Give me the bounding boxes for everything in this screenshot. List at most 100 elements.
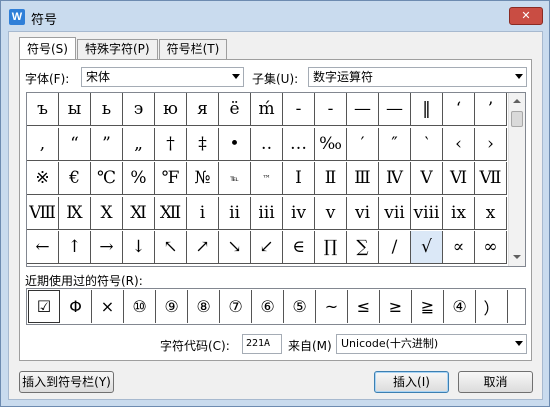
encoding-select[interactable]: Unicode(十六进制): [336, 334, 527, 354]
recent-symbol-cell[interactable]: ≥: [380, 290, 412, 323]
recent-symbol-cell[interactable]: ⑩: [124, 290, 156, 323]
symbol-cell[interactable]: ‘: [443, 93, 475, 126]
symbol-cell[interactable]: ∝: [443, 231, 475, 264]
symbol-cell[interactable]: №: [187, 162, 219, 195]
symbol-cell[interactable]: ∏: [315, 231, 347, 264]
subset-select[interactable]: 数字运算符: [308, 67, 527, 87]
symbol-cell[interactable]: —: [347, 93, 379, 126]
recent-symbol-cell[interactable]: ）: [476, 290, 508, 323]
symbol-cell[interactable]: ⅰ: [187, 196, 219, 230]
symbol-cell[interactable]: ⅴ: [315, 196, 347, 230]
symbol-cell[interactable]: ↑: [59, 231, 91, 264]
symbol-cell[interactable]: ∈: [283, 231, 315, 264]
symbol-cell[interactable]: ’: [475, 93, 507, 126]
symbol-cell[interactable]: ↗: [187, 231, 219, 264]
symbol-cell[interactable]: э: [123, 93, 155, 126]
symbol-cell[interactable]: Ⅴ: [411, 162, 443, 195]
symbol-cell[interactable]: ⅹ: [475, 196, 507, 230]
symbol-cell[interactable]: →: [91, 231, 123, 264]
insert-to-symbol-bar-button[interactable]: 插入到符号栏(Y): [19, 371, 114, 393]
symbol-cell[interactable]: Ⅻ: [155, 196, 187, 230]
symbol-cell[interactable]: ⅱ: [219, 196, 251, 230]
symbol-cell[interactable]: ∑: [347, 231, 379, 264]
cancel-button[interactable]: 取消: [458, 371, 533, 393]
symbol-cell[interactable]: ※: [27, 162, 59, 195]
symbol-cell[interactable]: ‹: [443, 127, 475, 161]
symbol-cell[interactable]: Ⅺ: [123, 196, 155, 230]
tab-symbol-bar[interactable]: 符号栏(T): [158, 39, 228, 59]
symbol-cell[interactable]: ё: [219, 93, 251, 126]
symbol-cell[interactable]: Ⅸ: [59, 196, 91, 230]
symbol-cell[interactable]: ›: [475, 127, 507, 161]
symbol-cell[interactable]: Ⅹ: [91, 196, 123, 230]
symbol-cell[interactable]: ḿ: [251, 93, 283, 126]
recent-symbol-cell[interactable]: Φ: [60, 290, 92, 323]
recent-symbol-cell[interactable]: ④: [444, 290, 476, 323]
symbol-cell[interactable]: %: [123, 162, 155, 195]
symbol-cell[interactable]: ю: [155, 93, 187, 126]
symbol-cell[interactable]: ⅲ: [251, 196, 283, 230]
symbol-cell[interactable]: ℡: [219, 162, 251, 195]
symbol-cell[interactable]: ↘: [219, 231, 251, 264]
recent-symbol-cell[interactable]: ⑤: [284, 290, 316, 323]
scroll-down-icon[interactable]: [509, 249, 525, 266]
symbol-cell[interactable]: ⅵ: [347, 196, 379, 230]
recent-symbol-cell[interactable]: ⑧: [188, 290, 220, 323]
symbol-cell[interactable]: ь: [91, 93, 123, 126]
symbol-cell[interactable]: ⅳ: [283, 196, 315, 230]
symbol-cell[interactable]: -: [283, 93, 315, 126]
symbol-cell[interactable]: ←: [27, 231, 59, 264]
close-button[interactable]: ✕: [509, 7, 543, 25]
symbol-cell[interactable]: ⅶ: [379, 196, 411, 230]
recent-symbol-cell[interactable]: ⑦: [220, 290, 252, 323]
symbol-cell[interactable]: Ⅶ: [475, 162, 507, 195]
recent-symbol-cell[interactable]: ⑨: [156, 290, 188, 323]
symbol-cell[interactable]: †: [155, 127, 187, 161]
symbol-cell[interactable]: —: [379, 93, 411, 126]
symbol-cell[interactable]: Ⅲ: [347, 162, 379, 195]
symbol-cell[interactable]: ‰: [315, 127, 347, 161]
symbol-cell[interactable]: …: [283, 127, 315, 161]
symbol-cell[interactable]: Ⅷ: [27, 196, 59, 230]
scroll-thumb[interactable]: [511, 111, 523, 127]
char-code-field[interactable]: 221A: [242, 334, 282, 354]
symbol-cell[interactable]: ⅷ: [411, 196, 443, 230]
recent-symbol-cell[interactable]: ⑥: [252, 290, 284, 323]
tab-symbols[interactable]: 符号(S): [19, 37, 76, 59]
symbol-cell[interactable]: ↓: [123, 231, 155, 264]
symbol-cell[interactable]: “: [59, 127, 91, 161]
symbol-cell[interactable]: ↙: [251, 231, 283, 264]
symbol-cell[interactable]: Ⅵ: [443, 162, 475, 195]
symbol-cell[interactable]: ,: [27, 127, 59, 161]
symbol-cell[interactable]: ™: [251, 162, 283, 195]
symbol-cell[interactable]: -: [315, 93, 347, 126]
symbol-cell[interactable]: я: [187, 93, 219, 126]
symbol-cell[interactable]: Ⅰ: [283, 162, 315, 195]
symbol-cell[interactable]: €: [59, 162, 91, 195]
symbol-cell[interactable]: ‡: [187, 127, 219, 161]
recent-symbol-cell[interactable]: ☑: [28, 290, 60, 323]
insert-button[interactable]: 插入(I): [374, 371, 449, 393]
symbol-cell[interactable]: ‥: [251, 127, 283, 161]
scroll-up-icon[interactable]: [509, 93, 525, 110]
tab-special-characters[interactable]: 特殊字符(P): [76, 39, 158, 59]
symbol-cell[interactable]: ↖: [155, 231, 187, 264]
symbol-cell[interactable]: ∕: [379, 231, 411, 264]
symbol-cell[interactable]: „: [123, 127, 155, 161]
symbol-cell[interactable]: Ⅳ: [379, 162, 411, 195]
recent-symbol-cell[interactable]: ≤: [348, 290, 380, 323]
symbol-cell[interactable]: √: [411, 231, 443, 264]
symbol-cell[interactable]: ℃: [91, 162, 123, 195]
symbol-cell[interactable]: ∞: [475, 231, 507, 264]
symbol-cell[interactable]: ⅸ: [443, 196, 475, 230]
symbol-cell[interactable]: ы: [59, 93, 91, 126]
symbol-cell[interactable]: ”: [91, 127, 123, 161]
symbol-cell[interactable]: ″: [379, 127, 411, 161]
symbol-cell[interactable]: Ⅱ: [315, 162, 347, 195]
symbol-cell[interactable]: ′: [347, 127, 379, 161]
symbol-cell[interactable]: ℉: [155, 162, 187, 195]
recent-symbol-cell[interactable]: ≧: [412, 290, 444, 323]
symbol-cell[interactable]: ‵: [411, 127, 443, 161]
symbol-cell[interactable]: ъ: [27, 93, 59, 126]
recent-symbol-cell[interactable]: ×: [92, 290, 124, 323]
